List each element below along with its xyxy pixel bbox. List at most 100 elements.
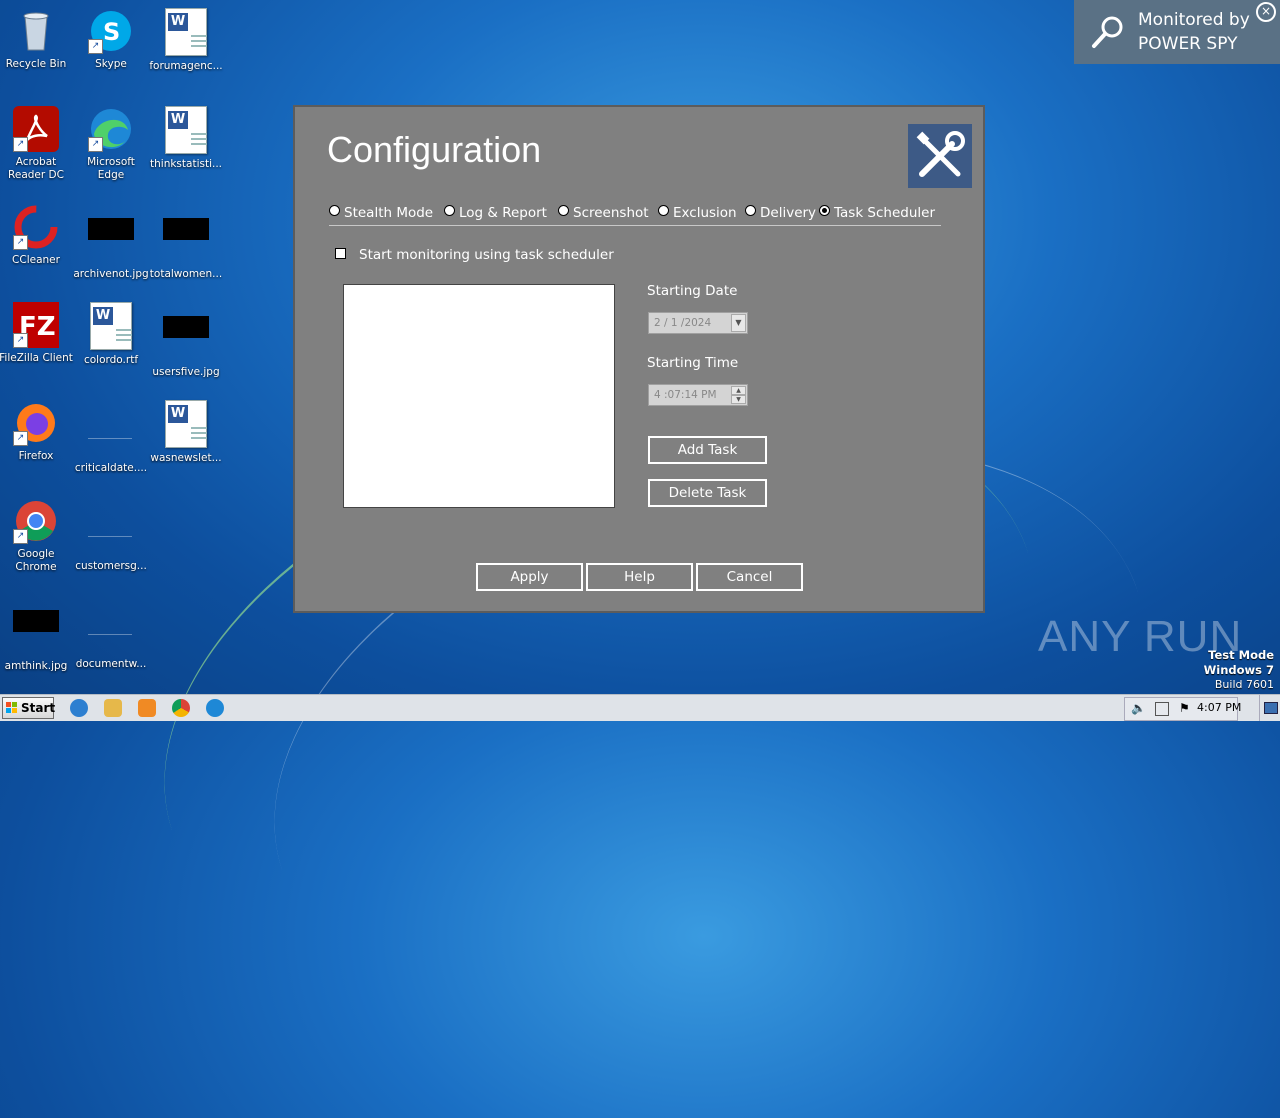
filezilla-icon: FZ ↗: [13, 302, 59, 348]
file-icon: [88, 510, 134, 556]
monitor-banner-text: Monitored by POWER SPY: [1138, 8, 1250, 56]
start-button[interactable]: Start: [2, 697, 56, 719]
desktop-icon-chrome[interactable]: ↗ Google Chrome: [0, 498, 74, 574]
desktop-icon-label: Skype: [95, 58, 127, 70]
start-label: Start: [21, 701, 56, 715]
shortcut-arrow-icon: ↗: [13, 235, 28, 250]
tab-label: Delivery: [760, 205, 817, 221]
word-document-icon: W: [165, 400, 207, 448]
radio-button[interactable]: [658, 205, 669, 216]
dialog-title: Configuration: [327, 129, 542, 170]
tab-delivery[interactable]: Delivery: [745, 205, 816, 221]
monitor-line2: POWER SPY: [1138, 34, 1238, 54]
desktop-icon-amthink[interactable]: amthink.jpg: [0, 596, 74, 673]
desktop-icon-label: totalwomen...: [149, 268, 223, 280]
starting-time-label: Starting Time: [647, 355, 739, 371]
delete-task-button[interactable]: Delete Task: [648, 479, 767, 507]
desktop-icon-label: CCleaner: [12, 254, 60, 266]
desktop-icon-skype[interactable]: S ↗ Skype: [73, 8, 149, 71]
show-desktop-button[interactable]: [1259, 695, 1280, 721]
clock[interactable]: 4:07 PM: [1197, 701, 1241, 714]
monitor-line1: Monitored by: [1138, 10, 1250, 30]
ccleaner-icon: ↗: [13, 204, 59, 250]
spin-down-icon[interactable]: ▼: [731, 395, 746, 404]
task-scheduler-checkbox[interactable]: [335, 248, 346, 259]
apply-button[interactable]: Apply: [476, 563, 583, 591]
tab-label: Task Scheduler: [834, 205, 936, 221]
tab-task-scheduler[interactable]: Task Scheduler: [819, 205, 935, 221]
radio-button[interactable]: [444, 205, 455, 216]
tab-label: Screenshot: [573, 205, 649, 221]
taskbar: Start 🔈 ⚑ 4:07 PM: [0, 694, 1280, 721]
image-file-icon: [163, 316, 209, 362]
desktop-icon-recycle-bin[interactable]: Recycle Bin: [0, 8, 74, 71]
recycle-bin-icon: [13, 8, 59, 54]
desktop-icon-totalwomen[interactable]: totalwomen...: [148, 204, 224, 281]
desktop-icon-criticaldate[interactable]: criticaldate....: [73, 400, 149, 475]
starting-time-value: 4 :07:14 PM: [654, 389, 717, 401]
shortcut-arrow-icon: ↗: [13, 333, 28, 348]
task-list[interactable]: [343, 284, 615, 508]
radio-button[interactable]: [558, 205, 569, 216]
chrome-icon: ↗: [13, 498, 59, 544]
radio-button[interactable]: [329, 205, 340, 216]
help-button[interactable]: Help: [586, 563, 693, 591]
word-document-icon: W: [165, 106, 207, 154]
desktop-icon-edge[interactable]: ↗ Microsoft Edge: [73, 106, 149, 182]
word-document-icon: W: [90, 302, 132, 350]
cancel-button[interactable]: Cancel: [696, 563, 803, 591]
desktop-icon-label: Firefox: [18, 450, 54, 462]
chevron-down-icon[interactable]: ▼: [731, 314, 746, 332]
desktop-icon-documentw[interactable]: documentw...: [73, 596, 149, 671]
network-icon[interactable]: [1155, 702, 1169, 716]
desktop-icon-label: FileZilla Client: [0, 352, 73, 364]
tab-log-report[interactable]: Log & Report: [444, 205, 547, 221]
windows-logo-icon: [6, 702, 18, 714]
tools-icon: [908, 124, 972, 188]
radio-button[interactable]: [745, 205, 756, 216]
file-explorer-icon[interactable]: [104, 699, 122, 717]
shortcut-arrow-icon: ↗: [13, 431, 28, 446]
edge-icon[interactable]: [206, 699, 224, 717]
desktop-icon-label: usersfive.jpg: [152, 366, 220, 378]
radio-button-selected[interactable]: [819, 205, 830, 216]
spin-up-icon[interactable]: ▲: [731, 386, 746, 395]
desktop-icon-thinkstatisti[interactable]: W thinkstatisti...: [148, 106, 224, 171]
build-label: Build 7601: [1214, 678, 1274, 691]
add-task-button[interactable]: Add Task: [648, 436, 767, 464]
desktop-icon-usersfive[interactable]: usersfive.jpg: [148, 302, 224, 379]
desktop-icon-archivenot[interactable]: archivenot.jpg: [73, 204, 149, 281]
action-center-flag-icon[interactable]: ⚑: [1179, 701, 1190, 715]
desktop-icon-filezilla[interactable]: FZ ↗ FileZilla Client: [0, 302, 74, 365]
internet-explorer-icon[interactable]: [70, 699, 88, 717]
desktop-icon-ccleaner[interactable]: ↗ CCleaner: [0, 204, 74, 267]
desktop-icon-label: archivenot.jpg: [73, 268, 149, 280]
configuration-dialog: Configuration Stealth Mode Log & Report …: [293, 105, 985, 613]
desktop-icon-customersg[interactable]: customersg...: [73, 498, 149, 573]
desktop-icon-colordo[interactable]: W colordo.rtf: [73, 302, 149, 367]
starting-date-picker[interactable]: 2 / 1 /2024 ▼: [648, 312, 748, 334]
shortcut-arrow-icon: ↗: [88, 137, 103, 152]
svg-text:S: S: [103, 18, 120, 46]
tab-screenshot[interactable]: Screenshot: [558, 205, 649, 221]
test-mode-label: Test Mode: [1208, 648, 1274, 662]
close-icon[interactable]: ×: [1256, 2, 1276, 22]
tab-bar: Stealth Mode Log & Report Screenshot Exc…: [329, 203, 941, 226]
desktop-icon-acrobat[interactable]: ↗ Acrobat Reader DC: [0, 106, 74, 182]
desktop-icon-firefox[interactable]: ↗ Firefox: [0, 400, 74, 463]
starting-time-picker[interactable]: 4 :07:14 PM ▲ ▼: [648, 384, 748, 406]
desktop-icon-label: amthink.jpg: [4, 660, 68, 672]
tab-exclusion[interactable]: Exclusion: [658, 205, 737, 221]
acrobat-icon: ↗: [13, 106, 59, 152]
chrome-icon[interactable]: [172, 699, 190, 717]
desktop-icon-label: documentw...: [75, 658, 147, 670]
image-file-icon: [163, 218, 209, 264]
desktop-icon-wasnewslet[interactable]: W wasnewslet...: [148, 400, 224, 465]
desktop-icon-label: Recycle Bin: [5, 58, 67, 70]
task-scheduler-checkbox-label: Start monitoring using task scheduler: [359, 247, 614, 263]
file-icon: [88, 412, 134, 458]
desktop-icon-forumagenc[interactable]: W forumagenc...: [148, 8, 224, 73]
media-player-icon[interactable]: [138, 699, 156, 717]
tab-stealth-mode[interactable]: Stealth Mode: [329, 205, 433, 221]
volume-icon[interactable]: 🔈: [1131, 701, 1146, 715]
